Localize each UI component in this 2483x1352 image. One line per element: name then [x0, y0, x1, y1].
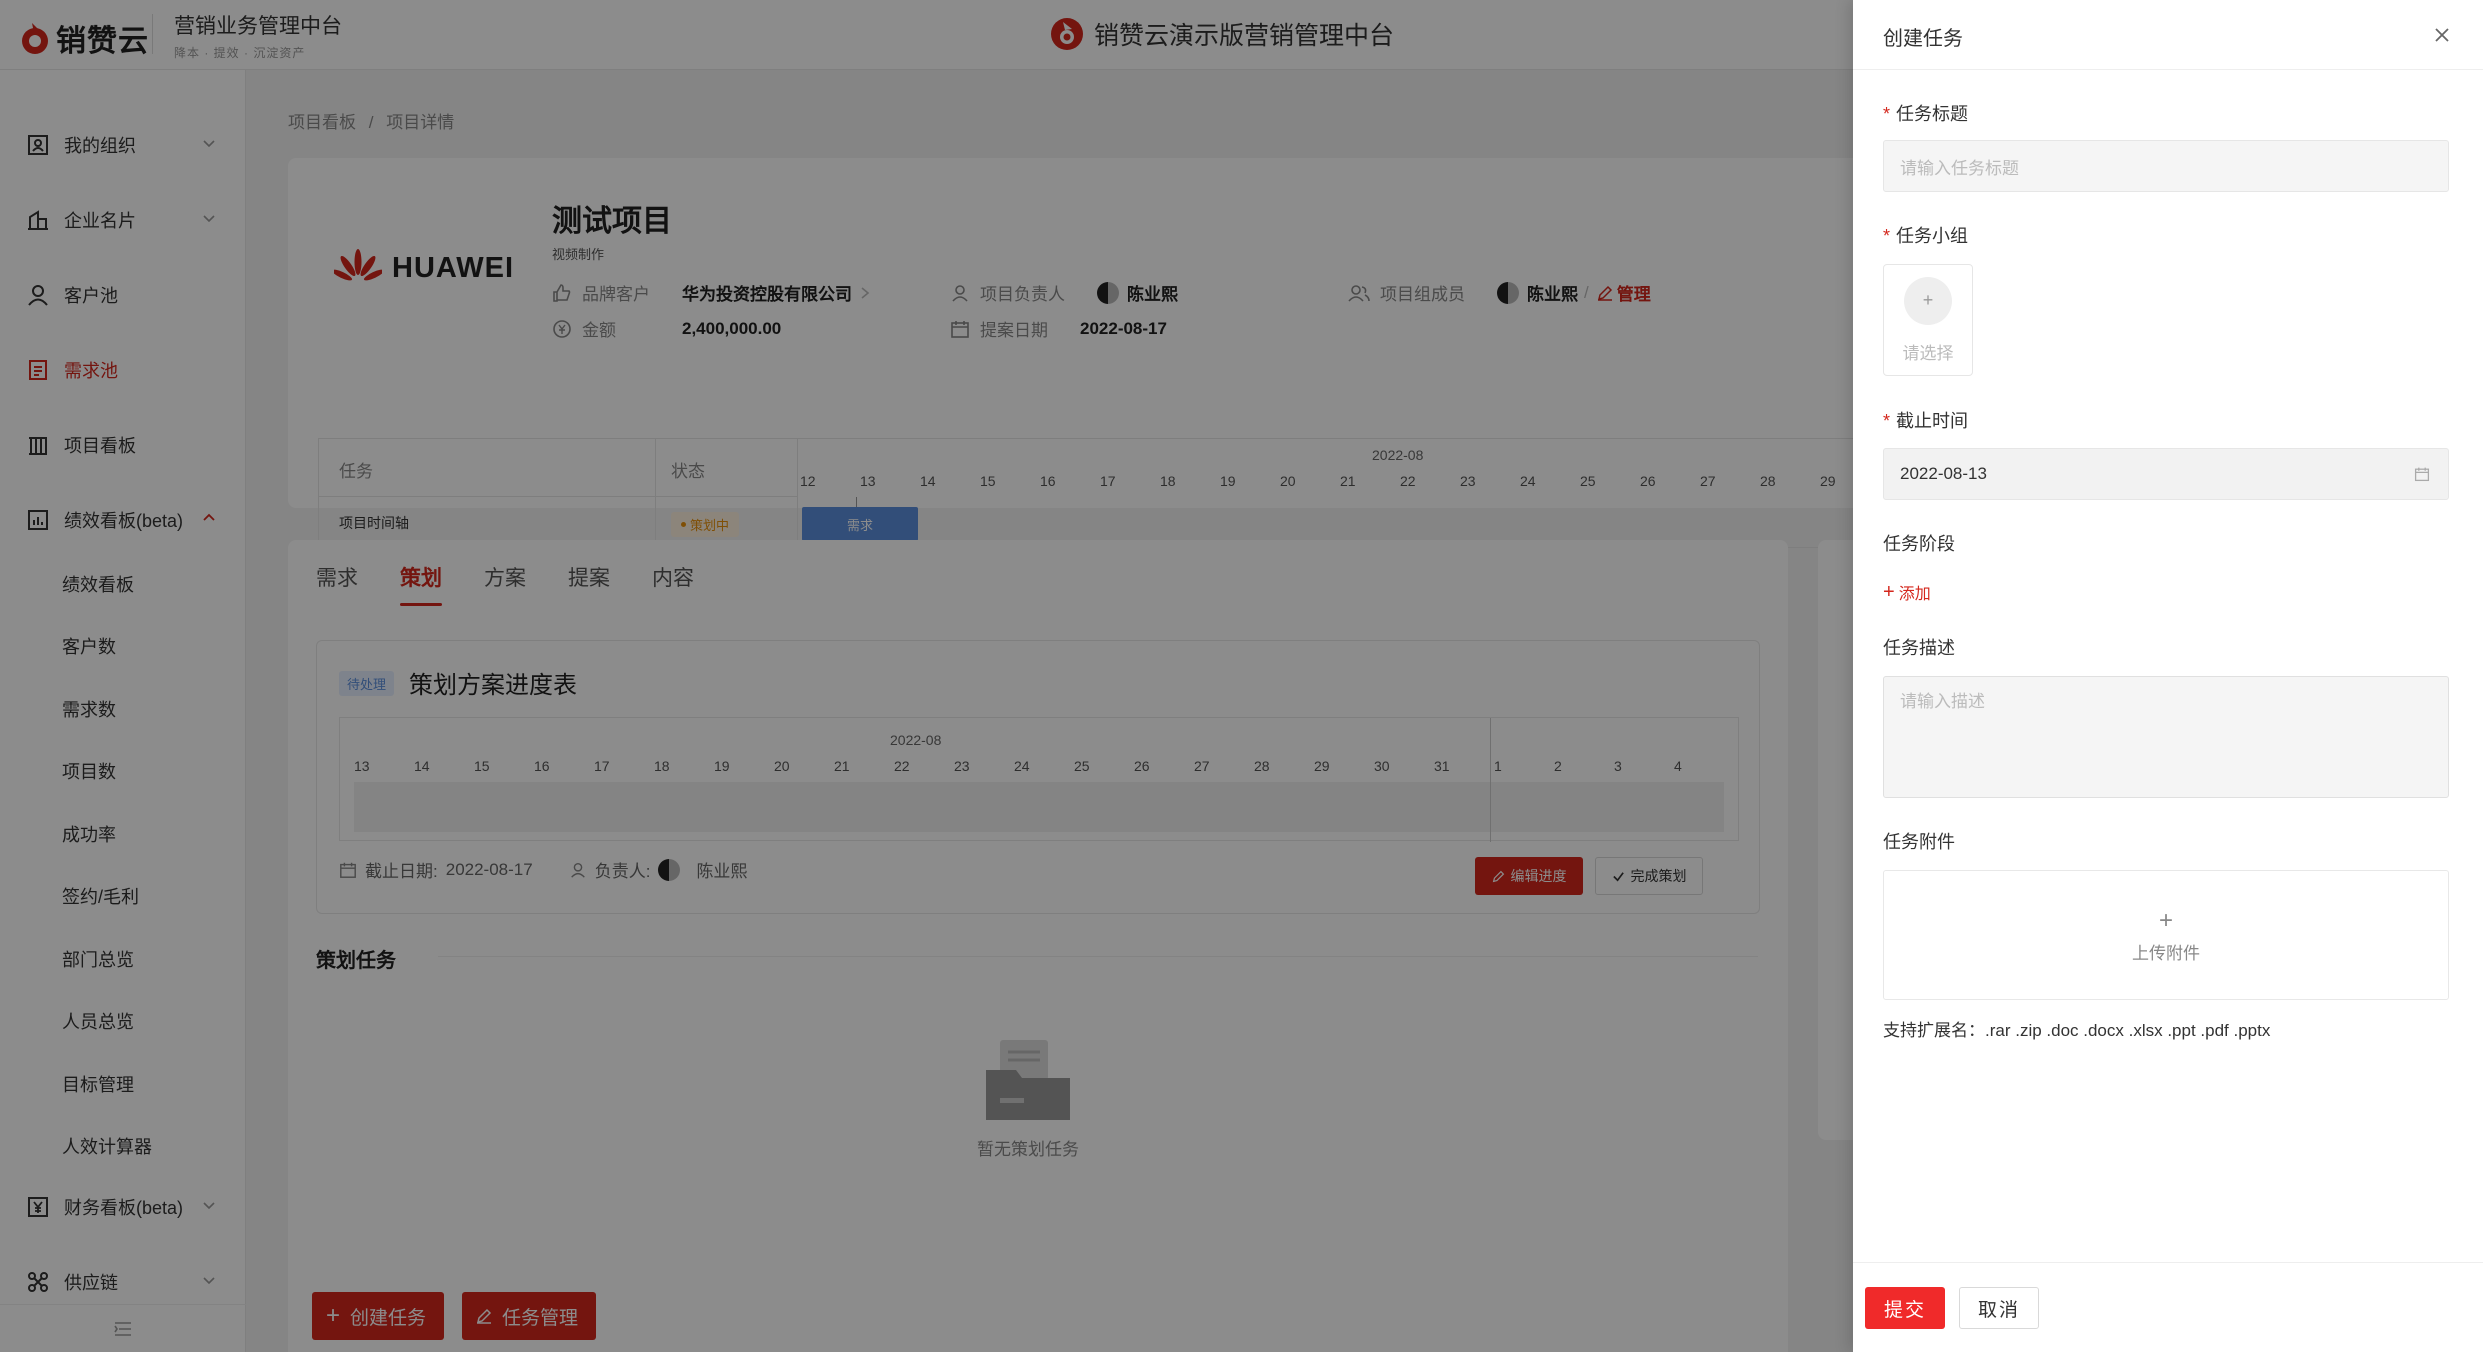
task-title-label-text: 任务标题	[1896, 104, 1969, 124]
task-group-label-text: 任务小组	[1896, 226, 1969, 246]
add-stage-label: 添加	[1898, 586, 1931, 603]
plus-icon: +	[1883, 580, 1895, 603]
task-group-placeholder: 请选择	[1902, 343, 1954, 363]
task-desc-label: 任务描述	[1883, 638, 1955, 658]
task-stage-label: 任务阶段	[1883, 534, 1955, 554]
supported-extensions-note: 支持扩展名：.rar .zip .doc .docx .xlsx .ppt .p…	[1883, 1021, 2271, 1040]
plus-icon: +	[1904, 276, 1952, 325]
task-group-label: * 任务小组	[1883, 222, 1968, 248]
submit-button[interactable]: 提交	[1865, 1287, 1945, 1329]
deadline-date-input[interactable]: 2022-08-13	[1883, 448, 2449, 500]
task-attachment-label: 任务附件	[1883, 832, 1955, 852]
deadline-label: * 截止时间	[1883, 407, 1968, 433]
drawer-title: 创建任务	[1883, 28, 1963, 50]
task-group-picker[interactable]: + 请选择	[1883, 264, 1973, 376]
plus-icon: +	[2158, 906, 2173, 934]
required-mark: *	[1883, 104, 1891, 124]
upload-attachment-area[interactable]: + 上传附件	[1883, 870, 2449, 1000]
create-task-drawer: 创建任务 * 任务标题 请输入任务标题 * 任务小组 + 请选择 * 截止时间 202…	[1853, 0, 2483, 1352]
drawer-footer: 提交 取消	[1853, 1262, 2483, 1352]
app-root: 销赞云 营销业务管理中台 降本 · 提效 · 沉淀资产 销赞云演示版营销管理中台…	[0, 0, 2483, 1352]
cancel-button[interactable]: 取消	[1959, 1287, 2039, 1329]
task-desc-textarea[interactable]: 请输入描述	[1883, 676, 2449, 798]
calendar-icon	[2414, 467, 2430, 482]
close-icon[interactable]	[2429, 22, 2455, 48]
deadline-date-value: 2022-08-13	[1900, 464, 1987, 483]
required-mark: *	[1883, 226, 1891, 246]
task-title-input[interactable]: 请输入任务标题	[1883, 140, 2449, 192]
required-mark: *	[1883, 411, 1891, 431]
add-stage-button[interactable]: + 添加	[1883, 580, 1931, 604]
deadline-label-text: 截止时间	[1896, 411, 1969, 431]
upload-label: 上传附件	[2132, 943, 2200, 963]
task-title-label: * 任务标题	[1883, 100, 1968, 126]
drawer-header: 创建任务	[1853, 0, 2483, 70]
